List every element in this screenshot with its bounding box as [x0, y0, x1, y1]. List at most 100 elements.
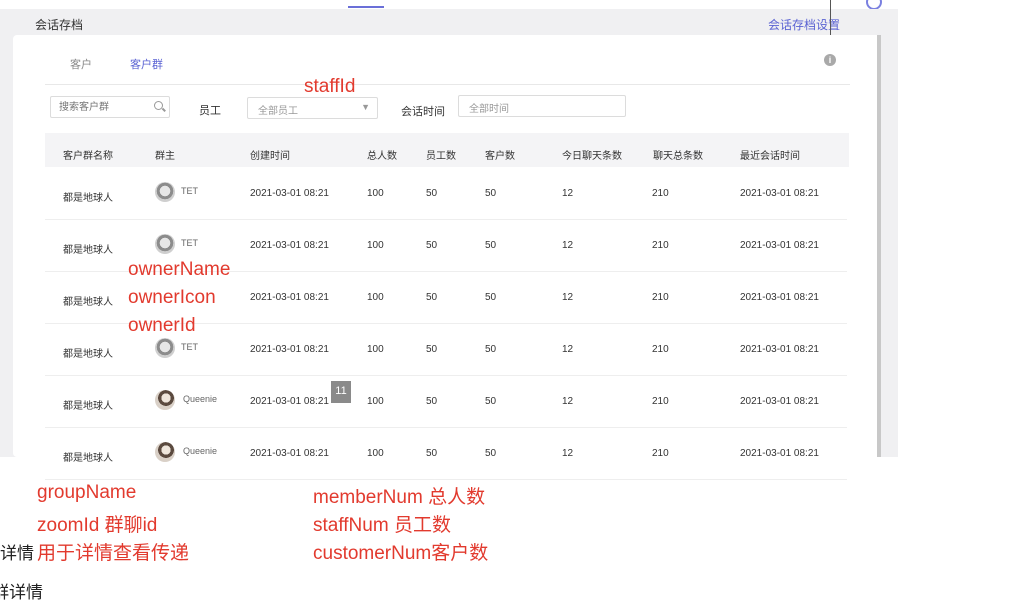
owner-name: Queenie	[183, 446, 218, 456]
group-name-cell: 都是地球人	[63, 453, 113, 464]
total-messages-cell: 210	[652, 240, 669, 251]
owner-avatar	[155, 338, 175, 358]
page-badge: 11	[331, 381, 351, 403]
customer-count-cell: 50	[485, 188, 497, 199]
row-divider	[45, 479, 847, 480]
created-time-cell: 2021-03-01 08:21	[250, 240, 329, 251]
customer-count-cell: 50	[485, 292, 497, 303]
row-divider	[45, 427, 847, 428]
last-session-cell: 2021-03-01 08:21	[740, 292, 819, 303]
staff-count-cell: 50	[426, 396, 438, 407]
staff-count-cell: 50	[426, 240, 438, 251]
member-count-cell: 100	[367, 448, 384, 459]
column-header: 聊天总条数	[653, 151, 703, 162]
member-count-cell: 100	[367, 240, 384, 251]
total-messages-cell: 210	[652, 188, 669, 199]
today-messages-cell: 12	[562, 240, 574, 251]
annotation-detail-note: 用于详情查看传递	[37, 543, 190, 564]
column-header: 最近会话时间	[740, 151, 800, 162]
last-session-cell: 2021-03-01 08:21	[740, 344, 819, 355]
customer-count-cell: 50	[485, 448, 497, 459]
active-nav-indicator	[348, 6, 384, 8]
group-name-cell: 都是地球人	[63, 349, 113, 360]
annotation-group-name: groupName	[37, 482, 137, 503]
column-header: 创建时间	[250, 151, 290, 162]
member-count-cell: 100	[367, 396, 384, 407]
created-time-cell: 2021-03-01 08:21	[250, 448, 329, 459]
column-header: 客户数	[485, 151, 515, 162]
owner-name: Queenie	[183, 394, 218, 404]
info-icon[interactable]: i	[824, 54, 836, 66]
tabs-divider	[45, 84, 850, 85]
today-messages-cell: 12	[562, 292, 574, 303]
last-session-cell: 2021-03-01 08:21	[740, 188, 819, 199]
staff-filter-label: 员工	[199, 105, 221, 117]
total-messages-cell: 210	[652, 344, 669, 355]
column-header: 客户群名称	[63, 151, 113, 162]
staff-count-cell: 50	[426, 292, 438, 303]
annotation-staff-num: staffNum 员工数	[313, 515, 451, 536]
annotation-owner-name: ownerName	[128, 259, 231, 280]
created-time-cell: 2021-03-01 08:21	[250, 396, 329, 407]
today-messages-cell: 12	[562, 448, 574, 459]
today-messages-cell: 12	[562, 396, 574, 407]
group-name-cell: 都是地球人	[63, 401, 113, 412]
annotation-member-num: memberNum 总人数	[313, 487, 486, 508]
customer-count-cell: 50	[485, 396, 497, 407]
column-header: 群主	[155, 151, 175, 162]
created-time-cell: 2021-03-01 08:21	[250, 344, 329, 355]
total-messages-cell: 210	[652, 292, 669, 303]
group-name-cell: 都是地球人	[63, 297, 113, 308]
row-divider	[45, 219, 847, 220]
row-divider	[45, 375, 847, 376]
owner-avatar	[155, 442, 175, 462]
annotation-customer-num: customerNum客户数	[313, 543, 489, 564]
created-time-cell: 2021-03-01 08:21	[250, 292, 329, 303]
owner-name: TET	[181, 238, 198, 248]
member-count-cell: 100	[367, 292, 384, 303]
annotation-owner-id: ownerId	[128, 315, 196, 336]
detail-prefix-text: 详情	[0, 544, 34, 563]
staff-count-cell: 50	[426, 188, 438, 199]
group-name-cell: 都是地球人	[63, 245, 113, 256]
total-messages-cell: 210	[652, 396, 669, 407]
tab-customer-groups[interactable]: 客户群	[130, 56, 163, 72]
staff-count-cell: 50	[426, 344, 438, 355]
owner-avatar	[155, 390, 175, 410]
column-header: 今日聊天条数	[562, 151, 622, 162]
last-session-cell: 2021-03-01 08:21	[740, 396, 819, 407]
page-title: 会话存档	[35, 18, 84, 32]
owner-avatar	[155, 182, 175, 202]
scrollbar[interactable]	[877, 35, 881, 457]
staff-select-value: 全部员工	[258, 106, 298, 117]
last-session-cell: 2021-03-01 08:21	[740, 448, 819, 459]
annotation-zoom-id: zoomId 群聊id	[37, 515, 158, 536]
customer-count-cell: 50	[485, 344, 497, 355]
total-messages-cell: 210	[652, 448, 669, 459]
session-time-picker[interactable]: 全部时间	[458, 95, 626, 117]
dropdown-arrow-icon: ▼	[361, 102, 370, 112]
column-header: 员工数	[426, 151, 456, 162]
top-bar	[0, 0, 898, 10]
annotation-owner-icon: ownerIcon	[128, 287, 216, 308]
owner-avatar	[155, 234, 175, 254]
session-time-placeholder: 全部时间	[469, 104, 509, 115]
tab-customers[interactable]: 客户	[70, 56, 92, 72]
customer-count-cell: 50	[485, 240, 497, 251]
owner-name: TET	[181, 186, 198, 196]
cut-off-text: 群详情	[0, 583, 43, 602]
group-name-cell: 都是地球人	[63, 193, 113, 204]
group-search-box[interactable]	[50, 96, 170, 118]
staff-select[interactable]: 全部员工 ▼	[247, 97, 378, 119]
group-search-input[interactable]	[51, 97, 149, 118]
annotation-staff-id: staffId	[304, 76, 356, 97]
search-icon[interactable]	[154, 101, 163, 110]
member-count-cell: 100	[367, 188, 384, 199]
owner-name: TET	[181, 342, 198, 352]
today-messages-cell: 12	[562, 344, 574, 355]
last-session-cell: 2021-03-01 08:21	[740, 240, 819, 251]
staff-count-cell: 50	[426, 448, 438, 459]
column-header: 总人数	[367, 151, 397, 162]
today-messages-cell: 12	[562, 188, 574, 199]
session-time-label: 会话时间	[401, 106, 445, 118]
